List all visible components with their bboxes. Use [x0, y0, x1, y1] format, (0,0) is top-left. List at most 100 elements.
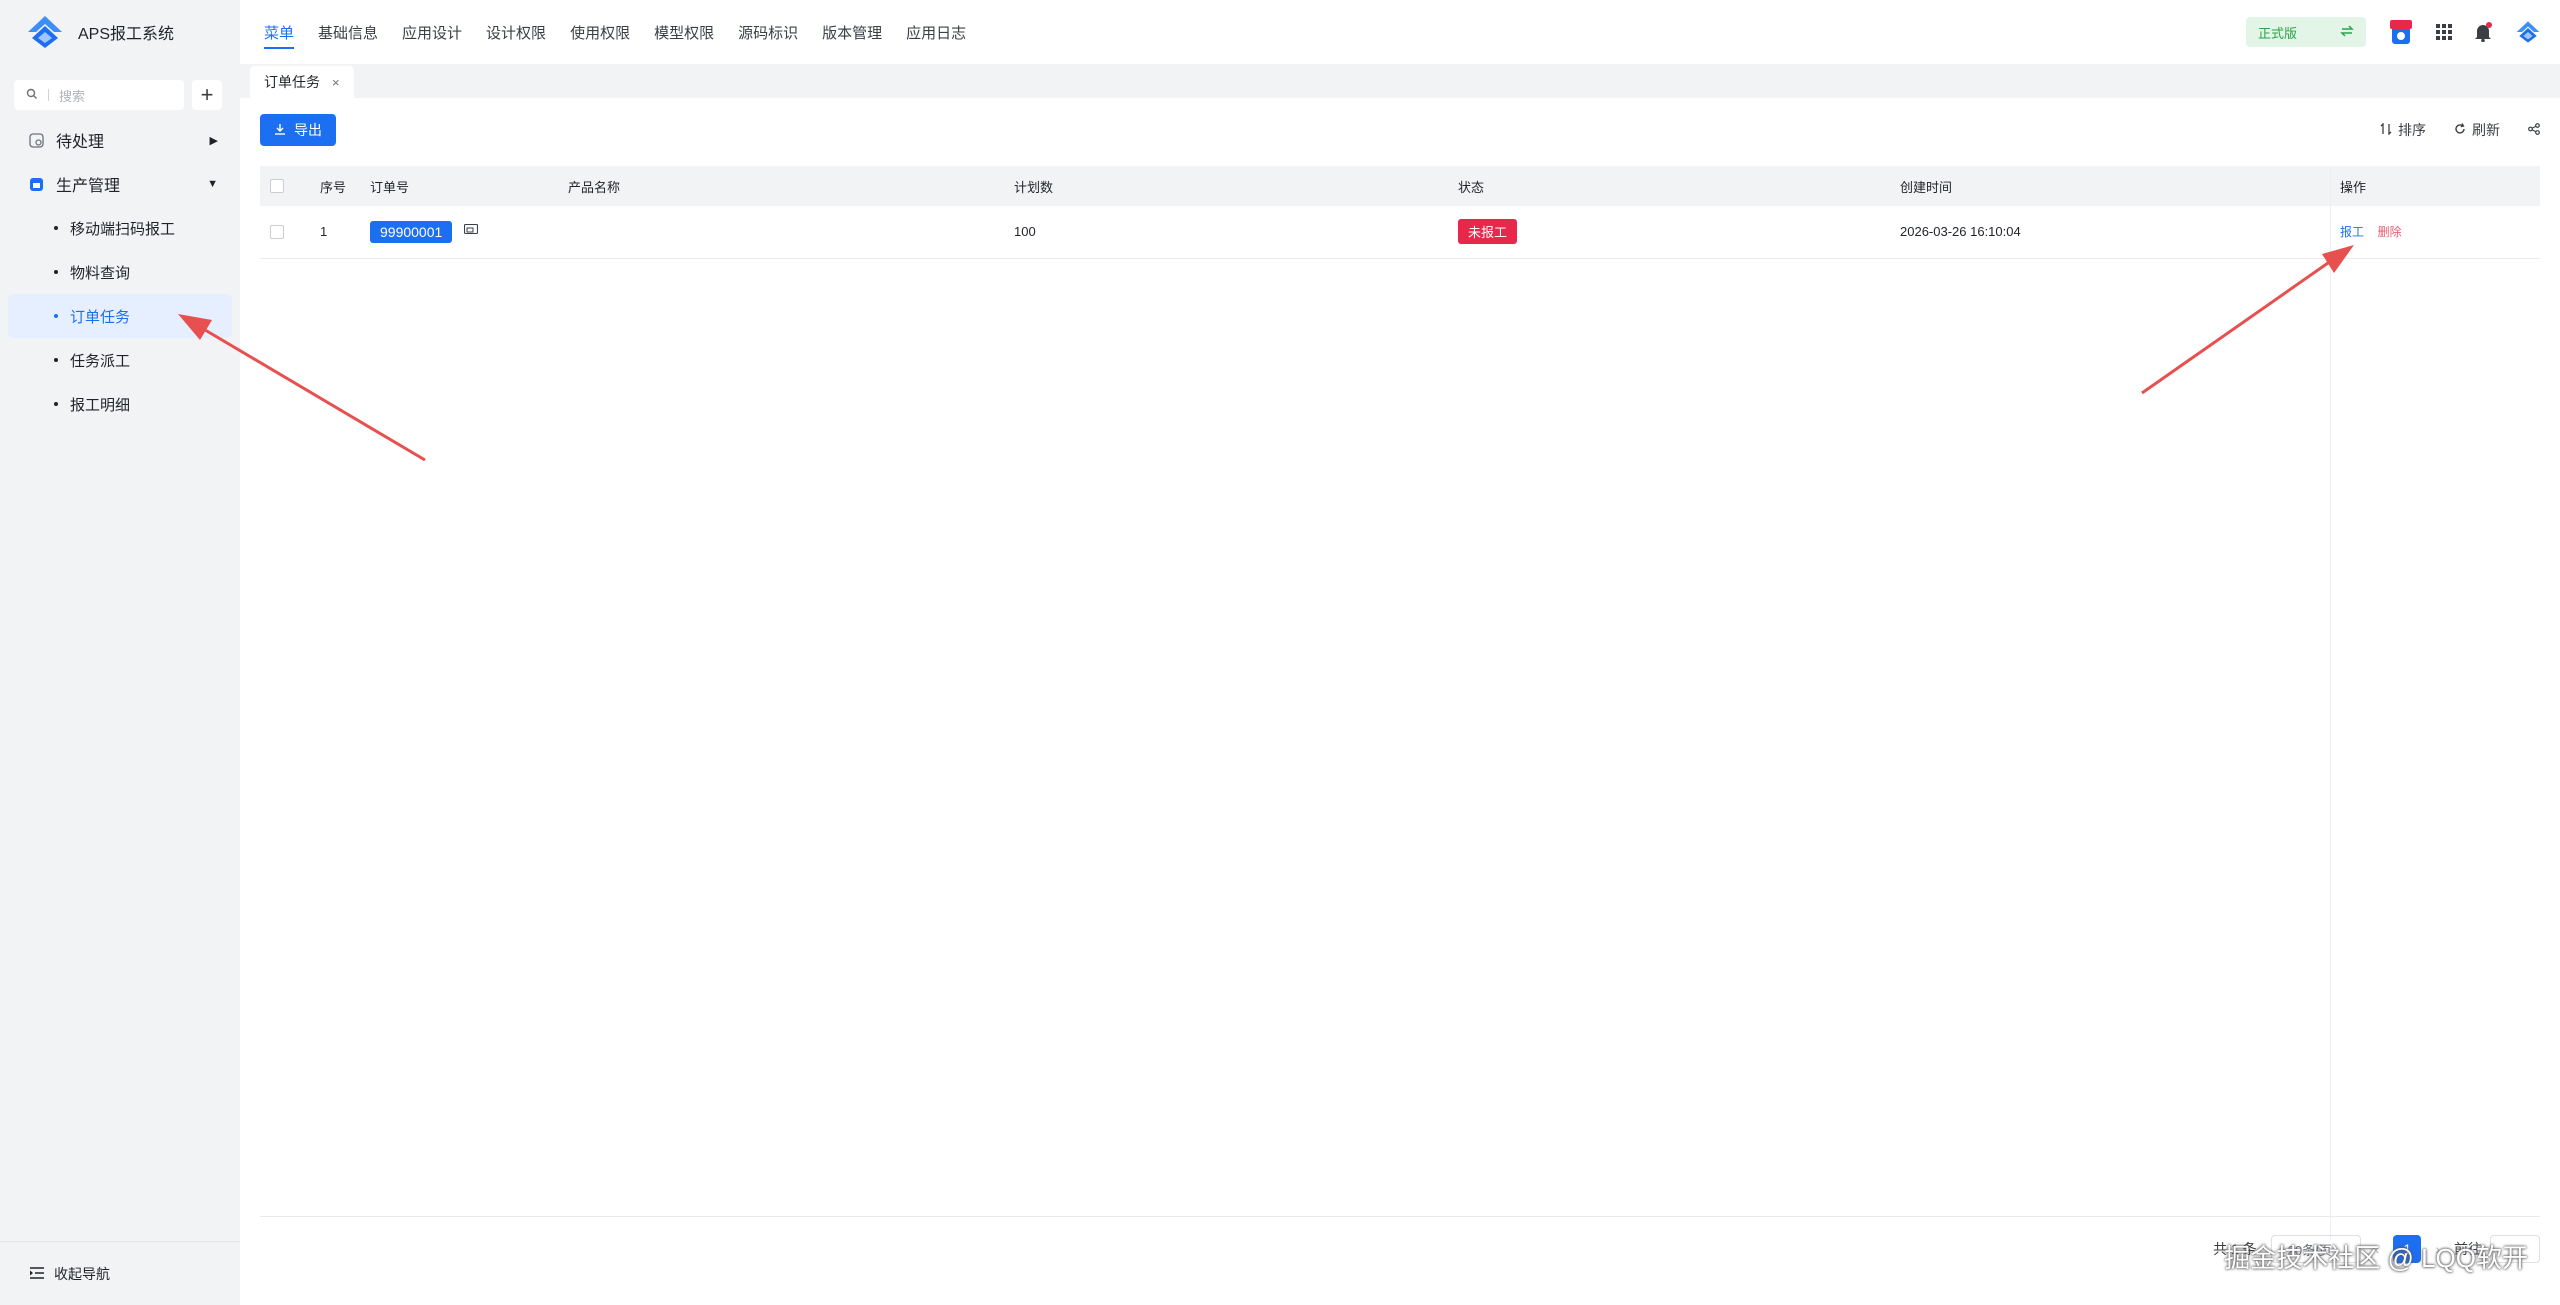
bullet-icon — [54, 358, 58, 362]
bullet-icon — [54, 226, 58, 230]
refresh-icon — [2454, 122, 2466, 138]
tab-order-tasks[interactable]: 订单任务 × — [250, 66, 354, 98]
share-icon — [2528, 122, 2540, 138]
row-checkbox-cell — [260, 206, 320, 258]
operations-cell: 报工 删除 — [2340, 206, 2540, 258]
sidebar-item-label: 物料查询 — [70, 264, 131, 282]
order-table: 序号 订单号 产品名称 计划数 状态 创建时间 操作 1 99900001 10… — [260, 166, 2540, 259]
sidebar-item-mobile-scan[interactable]: 移动端扫码报工 — [8, 206, 232, 250]
sidebar: APS报工系统 搜索 + 待处理 ▶ 生产管理 ▼ 移动端扫码报工 物料查询 订… — [0, 0, 240, 1305]
select-all-checkbox[interactable] — [270, 179, 284, 193]
collapse-nav-button[interactable]: 收起导航 — [0, 1241, 240, 1305]
table-header: 订单号 — [370, 179, 410, 195]
table-header: 操作 — [2340, 179, 2367, 195]
export-button[interactable]: 导出 — [260, 114, 336, 146]
order-number[interactable]: 99900001 — [370, 220, 453, 243]
menu-group-pending[interactable]: 待处理 ▶ — [0, 118, 240, 162]
table-header: 状态 — [1458, 179, 1485, 195]
fixed-column-divider — [2330, 166, 2331, 1241]
sidebar-item-report-details[interactable]: 报工明细 — [8, 382, 232, 426]
tab-label: 订单任务 — [264, 74, 320, 90]
search-placeholder: 搜索 — [59, 88, 86, 104]
production-icon — [28, 176, 44, 192]
sidebar-item-label: 订单任务 — [70, 308, 131, 326]
delete-link[interactable]: 删除 — [2378, 225, 2402, 239]
tab-bar: 订单任务 × — [240, 64, 2560, 98]
brand[interactable]: APS报工系统 — [0, 0, 240, 64]
export-label: 导出 — [294, 122, 322, 138]
product-name — [568, 206, 1014, 258]
topnav-design-permissions[interactable]: 设计权限 — [486, 0, 546, 64]
topnav-app-design[interactable]: 应用设计 — [402, 0, 462, 64]
topnav-menu[interactable]: 菜单 — [264, 0, 295, 64]
report-link[interactable]: 报工 — [2340, 225, 2364, 239]
open-detail-icon[interactable] — [463, 224, 478, 239]
table-header: 计划数 — [1014, 179, 1054, 195]
status-badge: 未报工 — [1458, 219, 1518, 245]
app-grid-icon[interactable] — [2436, 24, 2452, 40]
app-title: APS报工系统 — [78, 26, 175, 43]
collapse-menu-icon — [30, 1266, 44, 1282]
top-nav: 菜单 基础信息 应用设计 设计权限 使用权限 模型权限 源码标识 版本管理 应用… — [240, 0, 990, 64]
chevron-right-icon: ▶ — [209, 134, 218, 147]
table-header-row: 序号 订单号 产品名称 计划数 状态 创建时间 操作 — [260, 166, 2540, 206]
topnav-model-permissions[interactable]: 模型权限 — [654, 0, 714, 64]
edition-label: 正式版 — [2258, 25, 2298, 41]
topnav-source-marks[interactable]: 源码标识 — [738, 0, 798, 64]
menu-group-label: 生产管理 — [56, 178, 121, 195]
sidebar-item-material-query[interactable]: 物料查询 — [8, 250, 232, 294]
toolbar: 导出 排序 刷新 — [260, 114, 2540, 146]
sidebar-item-order-tasks[interactable]: 订单任务 — [8, 294, 232, 338]
app-logo-icon — [24, 14, 66, 50]
table-header: 创建时间 — [1900, 179, 1953, 195]
refresh-button[interactable]: 刷新 — [2454, 120, 2500, 140]
sort-icon — [2380, 122, 2392, 138]
sort-button[interactable]: 排序 — [2380, 120, 2426, 140]
search-icon — [26, 88, 38, 103]
created-time: 2026-03-26 16:10:04 — [1900, 224, 2021, 240]
topnav-app-logs[interactable]: 应用日志 — [906, 0, 966, 64]
sidebar-item-label: 报工明细 — [70, 396, 131, 414]
table-header: 序号 — [320, 179, 347, 195]
bullet-icon — [54, 402, 58, 406]
topnav-usage-permissions[interactable]: 使用权限 — [570, 0, 630, 64]
share-button[interactable] — [2528, 122, 2540, 138]
pending-icon — [28, 132, 44, 148]
row-index: 1 — [320, 224, 328, 240]
refresh-label: 刷新 — [2472, 122, 2500, 138]
topnav-basic-info[interactable]: 基础信息 — [318, 0, 378, 64]
sort-label: 排序 — [2398, 122, 2426, 138]
pagination: 共 1 条 20条/页 ‹ 1 › 前往 — [260, 1216, 2540, 1276]
collapse-nav-label: 收起导航 — [54, 1265, 110, 1282]
sidebar-search-input[interactable]: 搜索 — [14, 80, 184, 110]
topnav-version-management[interactable]: 版本管理 — [822, 0, 882, 64]
main-content: 导出 排序 刷新 序号 订单号 产品名称 计划数 状态 创建时间 操作 1 99… — [240, 98, 2560, 1305]
row-checkbox[interactable] — [270, 224, 284, 239]
menu-group-production[interactable]: 生产管理 ▼ — [0, 162, 240, 206]
sidebar-search-row: 搜索 + — [0, 64, 240, 118]
table-row[interactable]: 1 99900001 100 未报工 2026-03-26 16:10:04 报… — [260, 206, 2540, 258]
top-bar: 菜单 基础信息 应用设计 设计权限 使用权限 模型权限 源码标识 版本管理 应用… — [240, 0, 2560, 64]
sidebar-item-label: 任务派工 — [70, 352, 131, 370]
order-number-cell: 99900001 — [370, 206, 568, 258]
close-icon[interactable]: × — [332, 75, 340, 90]
download-icon — [274, 122, 286, 138]
edition-switch[interactable]: 正式版 — [2246, 17, 2366, 47]
notification-bell-icon[interactable] — [2474, 22, 2492, 42]
bullet-icon — [54, 314, 58, 318]
search-separator — [48, 89, 49, 101]
user-avatar-icon[interactable] — [2514, 18, 2542, 46]
menu-group-label: 待处理 — [56, 134, 105, 151]
plan-quantity: 100 — [1014, 224, 1036, 240]
status-cell: 未报工 — [1458, 206, 1900, 258]
chevron-down-icon: ▼ — [207, 178, 218, 190]
sidebar-item-task-dispatch[interactable]: 任务派工 — [8, 338, 232, 382]
add-button[interactable]: + — [192, 80, 222, 110]
switch-arrows-icon — [2340, 24, 2354, 40]
plus-icon: + — [200, 82, 214, 107]
ai-assistant-icon[interactable] — [2388, 18, 2414, 46]
table-header: 产品名称 — [568, 179, 621, 195]
header-checkbox-cell — [260, 166, 320, 206]
bullet-icon — [54, 270, 58, 274]
sidebar-item-label: 移动端扫码报工 — [70, 220, 176, 238]
